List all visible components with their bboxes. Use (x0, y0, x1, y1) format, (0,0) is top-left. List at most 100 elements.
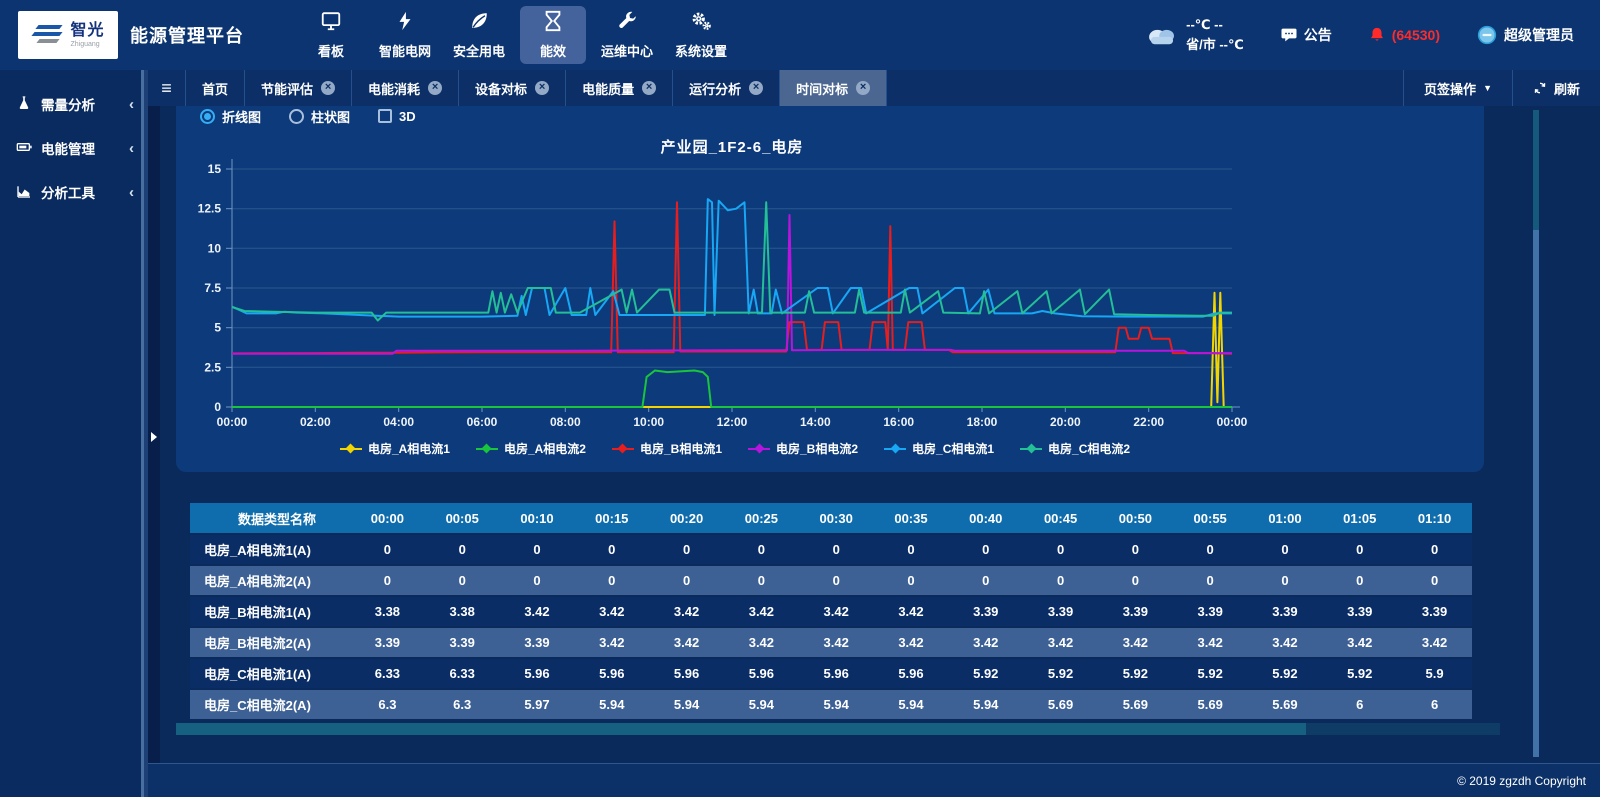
tab-operations-button[interactable]: 页签操作 ▼ (1403, 70, 1512, 106)
table-cell: 6 (1397, 697, 1472, 712)
alarm-button[interactable]: (64530) (1368, 26, 1440, 44)
table-cell: 3.39 (1023, 604, 1098, 619)
close-icon[interactable]: × (856, 81, 870, 95)
table-row: 电房_A相电流2(A)000000000000000 (190, 566, 1472, 595)
table-header-cell: 00:45 (1023, 511, 1098, 526)
table-header-cell: 00:20 (649, 511, 724, 526)
table-cell: 0 (799, 542, 874, 557)
table-cell: 5.92 (1098, 666, 1173, 681)
nav-item-1[interactable]: 看板 (298, 6, 364, 64)
nav-item-5[interactable]: 运维中心 (594, 6, 660, 64)
table-cell: 3.42 (799, 635, 874, 650)
table-cell: 0 (1098, 542, 1173, 557)
table-header-cell: 00:30 (799, 511, 874, 526)
table-header-cell: 00:15 (574, 511, 649, 526)
table-cell: 3.39 (350, 635, 425, 650)
svg-text:7.5: 7.5 (204, 281, 221, 295)
legend-item[interactable]: 电房_C相电流1 (884, 440, 994, 457)
tab-item-2[interactable]: 节能评估× (245, 70, 352, 106)
table-row: 电房_C相电流1(A)6.336.335.965.965.965.965.965… (190, 659, 1472, 688)
weather-city: 省/市 --℃ (1186, 35, 1244, 55)
refresh-button[interactable]: 刷新 (1512, 70, 1600, 106)
table-header-cell: 00:10 (500, 511, 575, 526)
nav-item-label: 能效 (540, 41, 566, 60)
nav-item-2[interactable]: 智能电网 (372, 6, 438, 64)
content-area: 折线图 柱状图 3D 产业园_1F2-6_电房 02.557.51012.515… (160, 106, 1600, 763)
table-header-cell: 01:00 (1248, 511, 1323, 526)
main-nav: 看板 智能电网 安全用电 能效 运维中心 系统设置 (298, 6, 734, 64)
legend-marker (1020, 444, 1042, 453)
notice-button[interactable]: 公告 (1280, 25, 1332, 45)
close-icon[interactable]: × (321, 81, 335, 95)
tab-item-6[interactable]: 运行分析× (673, 70, 780, 106)
nav-item-6[interactable]: 系统设置 (668, 6, 734, 64)
bolt-icon (394, 10, 416, 37)
hamburger-menu-icon[interactable]: ≡ (148, 70, 186, 106)
collapse-arrow-icon[interactable] (151, 432, 157, 442)
sidebar-item-3[interactable]: 分析工具 ‹ (0, 170, 148, 214)
table-cell: 0 (948, 573, 1023, 588)
svg-text:08:00: 08:00 (550, 415, 581, 429)
legend-item[interactable]: 电房_A相电流2 (476, 440, 586, 457)
svg-text:00:00: 00:00 (1217, 415, 1248, 429)
nav-item-3[interactable]: 安全用电 (446, 6, 512, 64)
close-icon[interactable]: × (642, 81, 656, 95)
svg-text:2.5: 2.5 (204, 360, 221, 374)
vertical-scrollbar-thumb[interactable] (1533, 110, 1539, 230)
user-menu[interactable]: 超级管理员 (1476, 24, 1574, 46)
tab-item-1[interactable]: 首页 (186, 70, 245, 106)
tab-item-7[interactable]: 时间对标 × (780, 70, 887, 106)
table-cell: 6.3 (350, 697, 425, 712)
battery-icon (16, 139, 41, 158)
horizontal-scrollbar[interactable] (176, 723, 1500, 735)
tab-item-3[interactable]: 电能消耗× (352, 70, 459, 106)
table-cell: 5.92 (1173, 666, 1248, 681)
row-label: 电房_A相电流1(A) (190, 540, 350, 559)
table-row: 电房_C相电流2(A)6.36.35.975.945.945.945.945.9… (190, 690, 1472, 719)
legend-item[interactable]: 电房_A相电流1 (340, 440, 450, 457)
close-icon[interactable]: × (535, 81, 549, 95)
table-cell: 0 (649, 542, 724, 557)
table-cell: 0 (425, 573, 500, 588)
sidebar: 需量分析 ‹ 电能管理 ‹ 分析工具 ‹ (0, 70, 148, 797)
svg-text:04:00: 04:00 (383, 415, 414, 429)
nav-item-4[interactable]: 能效 (520, 6, 586, 64)
svg-text:06:00: 06:00 (467, 415, 498, 429)
table-header-cell: 00:00 (350, 511, 425, 526)
legend-label: 电房_B相电流2 (776, 440, 858, 457)
tab-label: 首页 (202, 79, 228, 98)
sidebar-item-2[interactable]: 电能管理 ‹ (0, 126, 148, 170)
table-cell: 3.42 (724, 604, 799, 619)
table-cell: 5.97 (500, 697, 575, 712)
legend-item[interactable]: 电房_C相电流2 (1020, 440, 1130, 457)
table-cell: 0 (724, 573, 799, 588)
close-icon[interactable]: × (749, 81, 763, 95)
table-cell: 5.92 (1023, 666, 1098, 681)
legend-item[interactable]: 电房_B相电流1 (612, 440, 722, 457)
table-cell: 3.42 (1322, 635, 1397, 650)
table-cell: 5.96 (724, 666, 799, 681)
tab-label: 电能质量 (582, 79, 634, 98)
table-cell: 0 (649, 573, 724, 588)
table-cell: 6.33 (425, 666, 500, 681)
table-header-cell: 00:35 (874, 511, 949, 526)
wrench-icon (616, 10, 638, 37)
tab-label: 时间对标 (796, 79, 848, 98)
legend-marker (340, 444, 362, 453)
table-cell: 0 (1173, 573, 1248, 588)
gears-icon (690, 10, 712, 37)
horizontal-scrollbar-thumb[interactable] (176, 723, 1306, 735)
table-cell: 5.92 (1322, 666, 1397, 681)
vertical-scrollbar[interactable] (1533, 110, 1539, 757)
table-cell: 5.96 (574, 666, 649, 681)
table-cell: 0 (1023, 542, 1098, 557)
speech-bubble-icon (1280, 26, 1298, 44)
cloud-icon (1145, 23, 1179, 47)
table-cell: 5.69 (1173, 697, 1248, 712)
table-cell: 3.39 (1173, 604, 1248, 619)
tab-item-4[interactable]: 设备对标× (459, 70, 566, 106)
tab-item-5[interactable]: 电能质量 × (566, 70, 673, 106)
close-icon[interactable]: × (428, 81, 442, 95)
sidebar-item-1[interactable]: 需量分析 ‹ (0, 82, 148, 126)
legend-item[interactable]: 电房_B相电流2 (748, 440, 858, 457)
